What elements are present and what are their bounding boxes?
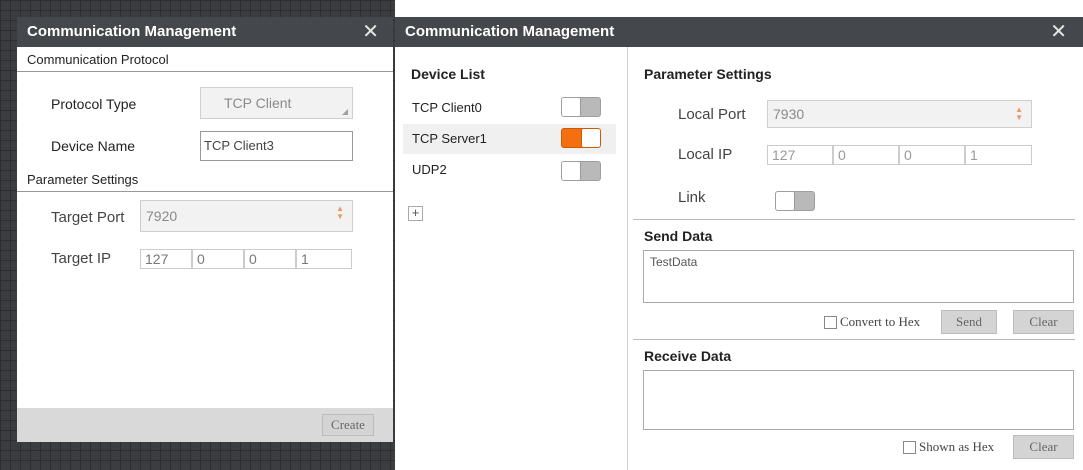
resize-corner-icon xyxy=(342,109,348,115)
close-icon[interactable]: ✕ xyxy=(362,17,379,47)
section-divider xyxy=(633,339,1075,340)
device-name: TCP Server1 xyxy=(412,131,487,146)
receive-data-textarea[interactable] xyxy=(643,370,1074,430)
communication-management-dialog-create: Communication Management ✕ Communication… xyxy=(17,17,393,442)
toggle-knob xyxy=(581,129,600,147)
device-list-header: Device List xyxy=(411,66,485,82)
protocol-type-label: Protocol Type xyxy=(51,96,137,112)
target-port-value: 7920 xyxy=(146,208,178,224)
spinner-arrows-icon[interactable]: ▲ ▼ xyxy=(1015,106,1023,122)
toggle-knob xyxy=(776,192,795,210)
send-data-textarea[interactable]: TestData xyxy=(643,250,1074,303)
device-enable-toggle[interactable] xyxy=(561,161,601,181)
target-port-spinner[interactable]: 7920 ▲ ▼ xyxy=(140,200,353,232)
target-ip-octet-3[interactable]: 0 xyxy=(244,249,296,269)
device-list-item[interactable]: UDP2 xyxy=(403,155,616,185)
target-ip-octet-4[interactable]: 1 xyxy=(296,249,352,269)
column-divider xyxy=(627,47,628,470)
device-name: UDP2 xyxy=(412,162,447,177)
parameter-settings-header: Parameter Settings xyxy=(644,66,772,82)
section-parameter-settings: Parameter Settings xyxy=(17,167,393,192)
target-port-label: Target Port xyxy=(51,209,125,226)
section-communication-protocol: Communication Protocol xyxy=(17,47,393,72)
device-list-item[interactable]: TCP Client0 xyxy=(403,93,616,123)
device-name-label: Device Name xyxy=(51,138,136,154)
target-ip-octet-2[interactable]: 0 xyxy=(192,249,244,269)
link-toggle[interactable] xyxy=(775,191,815,211)
local-ip-label: Local IP xyxy=(678,146,733,163)
add-device-icon[interactable]: + xyxy=(408,206,423,221)
shown-as-hex-label: Shown as Hex xyxy=(919,439,995,454)
toggle-knob xyxy=(562,162,581,180)
device-enable-toggle[interactable] xyxy=(561,128,601,148)
local-ip-octet-2[interactable]: 0 xyxy=(833,145,899,165)
toggle-knob xyxy=(562,98,581,116)
clear-send-button[interactable]: Clear xyxy=(1013,310,1074,334)
local-ip-octet-4[interactable]: 1 xyxy=(965,145,1032,165)
dialog-title: Communication Management xyxy=(405,23,615,40)
protocol-type-value: TCP Client xyxy=(224,95,292,111)
local-port-spinner[interactable]: 7930 ▲ ▼ xyxy=(767,100,1032,128)
spinner-arrows-icon[interactable]: ▲ ▼ xyxy=(336,205,344,221)
local-port-label: Local Port xyxy=(678,106,746,123)
target-ip-label: Target IP xyxy=(51,250,112,267)
local-ip-octet-3[interactable]: 0 xyxy=(899,145,965,165)
section-divider xyxy=(633,219,1075,220)
protocol-type-select[interactable]: TCP Client xyxy=(200,87,353,119)
send-data-header: Send Data xyxy=(644,228,713,244)
create-button[interactable]: Create xyxy=(322,414,374,436)
close-icon[interactable]: ✕ xyxy=(1050,17,1067,47)
dialog-title: Communication Management xyxy=(27,23,237,40)
convert-to-hex-label: Convert to Hex xyxy=(840,314,921,329)
device-list-item-selected[interactable]: TCP Server1 xyxy=(403,124,616,154)
dialog-titlebar: Communication Management ✕ xyxy=(17,17,393,47)
shown-as-hex-checkbox[interactable] xyxy=(903,441,916,454)
receive-data-header: Receive Data xyxy=(644,348,732,364)
communication-management-dialog-devices: Communication Management ✕ Device List T… xyxy=(395,17,1083,470)
send-button[interactable]: Send xyxy=(941,310,997,334)
clear-receive-button[interactable]: Clear xyxy=(1013,435,1074,459)
device-name-input[interactable]: TCP Client3 xyxy=(200,131,353,161)
target-ip-octet-1[interactable]: 127 xyxy=(140,249,192,269)
dialog-titlebar: Communication Management ✕ xyxy=(395,17,1083,47)
link-label: Link xyxy=(678,189,706,206)
device-name: TCP Client0 xyxy=(412,100,482,115)
local-ip-octet-1[interactable]: 127 xyxy=(767,145,833,165)
local-port-value: 7930 xyxy=(773,106,805,122)
device-enable-toggle[interactable] xyxy=(561,97,601,117)
convert-to-hex-checkbox[interactable] xyxy=(824,316,837,329)
